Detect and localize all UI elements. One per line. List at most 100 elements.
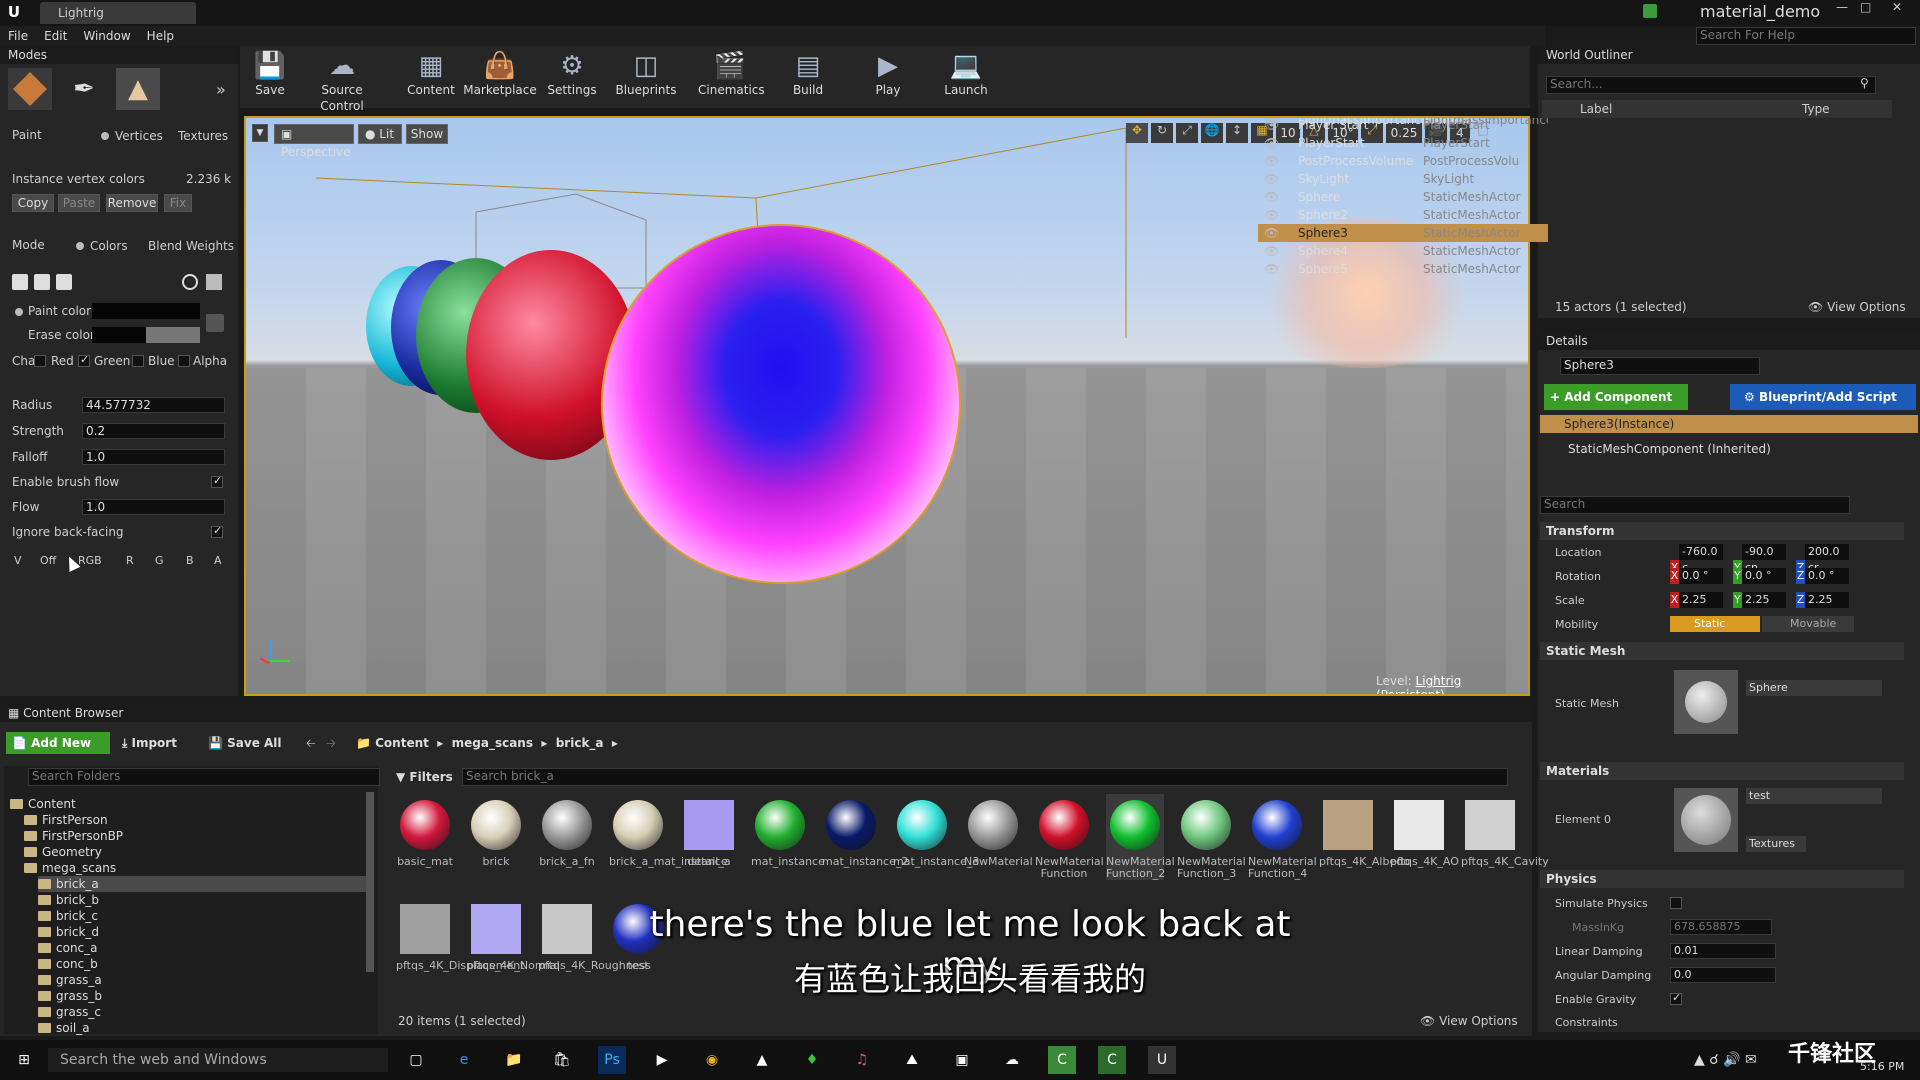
- outliner-search-input[interactable]: Search...: [1546, 76, 1876, 94]
- help-search-input[interactable]: Search For Help: [1696, 27, 1916, 45]
- back-button[interactable]: 🡠: [306, 732, 316, 754]
- folder-tree-item[interactable]: grass_c: [38, 1004, 101, 1020]
- asset-tile[interactable]: brick: [467, 794, 525, 868]
- folder-tree-item[interactable]: grass_a: [38, 972, 102, 988]
- breadcrumb-content[interactable]: Content: [375, 736, 429, 750]
- blank-app-icon[interactable]: ▣: [948, 1046, 976, 1074]
- location-z[interactable]: Z200.0 cr: [1796, 544, 1849, 576]
- fill-icon[interactable]: [12, 274, 28, 290]
- tree-scrollbar[interactable]: [366, 792, 374, 972]
- scale-x[interactable]: X 2.25: [1670, 592, 1723, 608]
- radius-input[interactable]: 44.577732: [82, 397, 225, 413]
- chrome-icon[interactable]: ◉: [698, 1046, 726, 1074]
- materials-section[interactable]: Materials: [1540, 762, 1904, 780]
- folder-tree-item[interactable]: brick_b: [38, 892, 99, 908]
- asset-tile[interactable]: brick_a_fn: [538, 794, 596, 868]
- camtasia-recorder-icon[interactable]: C: [1098, 1046, 1126, 1074]
- settings-toolbar-button[interactable]: ⚙ Settings: [540, 46, 604, 106]
- source-control-icon[interactable]: [1643, 4, 1657, 18]
- world-outliner-tab[interactable]: World Outliner: [1538, 46, 1920, 64]
- asset-tile[interactable]: pftqs_4K_Cavity: [1461, 794, 1549, 868]
- folder-tree-item[interactable]: Geometry: [24, 844, 102, 860]
- mobility-movable-button[interactable]: Movable: [1762, 616, 1854, 632]
- photoshop-icon[interactable]: Ps: [598, 1046, 626, 1074]
- menu-file[interactable]: File: [0, 26, 36, 46]
- modes-tab[interactable]: Modes: [0, 46, 238, 64]
- view-mode-b[interactable]: B: [186, 552, 194, 570]
- type-column-header[interactable]: Type: [1802, 102, 1830, 116]
- visibility-eye-icon[interactable]: 👁: [1264, 224, 1279, 242]
- scale-y[interactable]: Y 2.25: [1733, 592, 1786, 608]
- folder-tree-item[interactable]: conc_b: [38, 956, 98, 972]
- rotate-icon[interactable]: ↻: [1151, 123, 1173, 143]
- task-view-icon[interactable]: ▢: [402, 1046, 430, 1074]
- green-checkbox[interactable]: [78, 353, 90, 367]
- outliner-row[interactable]: 👁 Sphere StaticMeshActor: [1258, 188, 1548, 206]
- folder-tree-item[interactable]: brick_a: [38, 876, 370, 892]
- asset-tile[interactable]: NewMaterial Function: [1035, 794, 1104, 880]
- view-mode-off[interactable]: Off: [40, 552, 56, 570]
- translate-icon[interactable]: ✥: [1126, 123, 1148, 143]
- location-y[interactable]: Y-90.0 cn: [1733, 544, 1786, 576]
- source-control-toolbar-button[interactable]: ☁ Source Control: [298, 46, 386, 113]
- textures-dropdown[interactable]: Textures: [1746, 836, 1806, 852]
- breadcrumb-brick-a[interactable]: brick_a: [556, 736, 604, 750]
- falloff-input[interactable]: 1.0: [82, 449, 225, 465]
- asset-tile[interactable]: detail_a: [680, 794, 738, 868]
- angular-damping-input[interactable]: 0.0: [1670, 967, 1776, 983]
- asset-tile[interactable]: pftqs_4K_Roughness: [538, 898, 651, 972]
- swap-icon[interactable]: [56, 274, 72, 290]
- paint-color-swatch[interactable]: [92, 303, 200, 319]
- brush-tool-icons[interactable]: [12, 274, 82, 290]
- menu-window[interactable]: Window: [75, 26, 138, 46]
- view-mode-r[interactable]: R: [126, 552, 134, 570]
- rotation-z[interactable]: Z 0.0 °: [1796, 568, 1849, 584]
- visibility-eye-icon[interactable]: 👁: [1264, 188, 1279, 206]
- edge-icon[interactable]: e: [450, 1046, 478, 1074]
- blend-weights-label[interactable]: Blend Weights: [148, 237, 234, 255]
- store-icon[interactable]: 🛍: [548, 1046, 576, 1074]
- forward-button[interactable]: 🡢: [326, 732, 336, 754]
- paste-button[interactable]: Paste: [58, 194, 100, 212]
- transform-section[interactable]: Transform: [1540, 522, 1904, 540]
- save-all-button[interactable]: 💾 Save All: [208, 732, 282, 754]
- content-toolbar-button[interactable]: ▦ Content: [399, 46, 463, 106]
- visibility-eye-icon[interactable]: 👁: [1264, 116, 1279, 134]
- push-icon[interactable]: [34, 274, 50, 290]
- world-local-icon[interactable]: 🌐: [1201, 123, 1223, 143]
- material-thumbnail[interactable]: [1674, 788, 1738, 852]
- save-toolbar-button[interactable]: 💾 Save: [238, 46, 302, 106]
- folder-tree-item[interactable]: brick_d: [38, 924, 99, 940]
- content-view-options[interactable]: 👁 View Options: [1420, 1014, 1518, 1028]
- details-search-input[interactable]: Search: [1540, 496, 1850, 514]
- material-dropdown[interactable]: test: [1746, 788, 1882, 804]
- folder-tree-item[interactable]: Content: [10, 796, 76, 812]
- asset-tile[interactable]: brick_a_mat_instance: [609, 794, 728, 868]
- view-mode-rgb[interactable]: RGB: [78, 552, 102, 570]
- menu-help[interactable]: Help: [139, 26, 182, 46]
- alpha-checkbox[interactable]: [178, 355, 190, 367]
- textures-label[interactable]: Textures: [178, 127, 228, 145]
- add-new-button[interactable]: 📄 Add New: [6, 732, 110, 754]
- mobility-static-button[interactable]: Static: [1670, 616, 1760, 632]
- rotation-y[interactable]: Y 0.0 °: [1733, 568, 1786, 584]
- folder-tree-item[interactable]: soil_a: [38, 1020, 90, 1036]
- erase-color-swatch[interactable]: [92, 327, 200, 343]
- paint-color-radio[interactable]: [15, 308, 23, 316]
- folder-tree-item[interactable]: brick_c: [38, 908, 98, 924]
- epic-launcher-icon[interactable]: ▲: [748, 1046, 776, 1074]
- vertices-radio[interactable]: [101, 132, 109, 140]
- asset-tile[interactable]: pftqs_4K_Displacement: [396, 898, 525, 972]
- asset-tile[interactable]: mat_instance: [751, 794, 825, 868]
- fix-button[interactable]: Fix: [164, 194, 192, 212]
- app-icon[interactable]: ♦: [798, 1046, 826, 1074]
- lit-button[interactable]: ● Lit: [358, 124, 402, 144]
- blue-checkbox[interactable]: [132, 355, 144, 367]
- asset-tile[interactable]: NewMaterial Function_4: [1248, 794, 1317, 880]
- expand-modes-icon[interactable]: »: [216, 80, 226, 99]
- outliner-row[interactable]: 👁 SkyLight SkyLight: [1258, 170, 1548, 188]
- asset-tile[interactable]: pftqs_4K_Normal: [467, 898, 560, 972]
- landscape-mode-button[interactable]: ▲: [116, 68, 160, 110]
- folder-tree-item[interactable]: conc_a: [38, 940, 98, 956]
- network-app-icon[interactable]: ☁: [998, 1046, 1026, 1074]
